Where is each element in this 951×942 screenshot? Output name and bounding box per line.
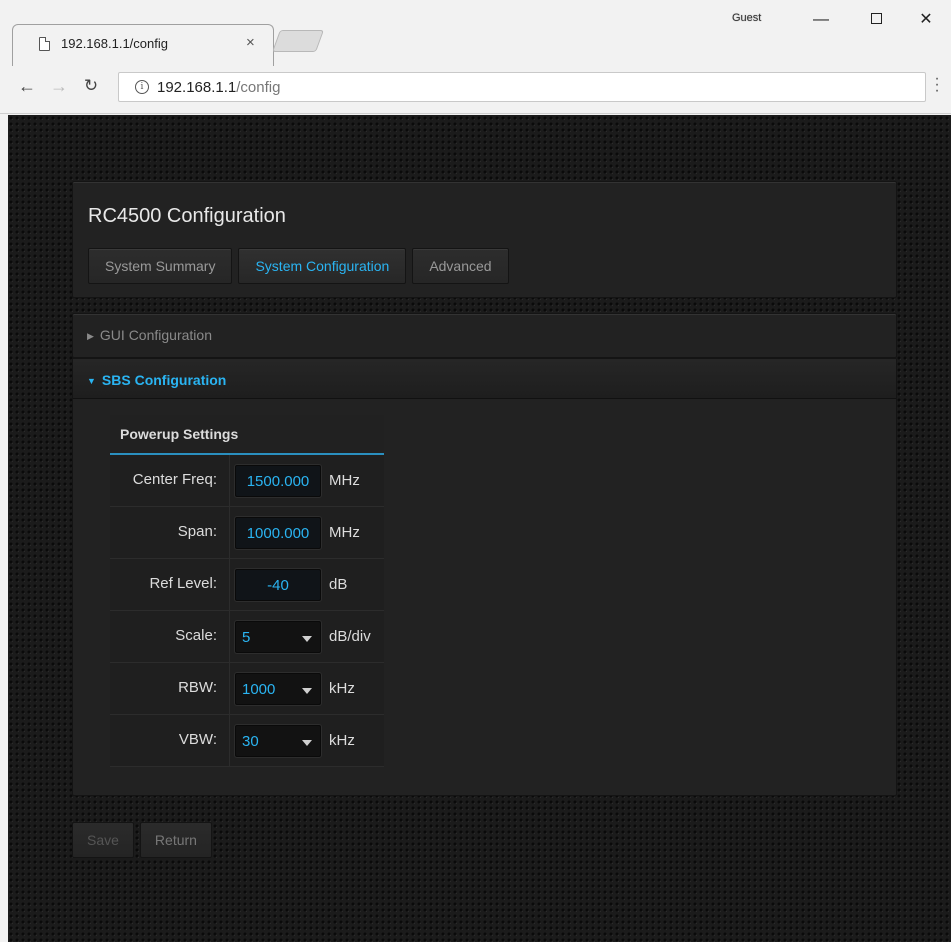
setting-label: RBW: xyxy=(110,663,230,714)
caret-right-icon: ▶ xyxy=(87,331,94,341)
return-button[interactable]: Return xyxy=(139,822,212,858)
url-text: 192.168.1.1/config xyxy=(157,79,280,96)
tab-close-icon[interactable]: × xyxy=(246,34,255,51)
setting-unit: kHz xyxy=(329,732,355,749)
powerup-settings-heading: Powerup Settings xyxy=(110,415,384,455)
setting-field: 5 dB/div xyxy=(230,611,384,662)
setting-label: Span: xyxy=(110,507,230,558)
setting-unit: dB/div xyxy=(329,628,371,645)
rbw-select[interactable]: 1000 xyxy=(235,672,321,705)
setting-unit: dB xyxy=(329,576,348,593)
chevron-down-icon xyxy=(302,739,312,746)
minimize-icon[interactable]: — xyxy=(801,6,841,34)
forward-arrow-icon[interactable]: → xyxy=(48,76,70,97)
setting-row-vbw: VBW: 30 kHz xyxy=(110,715,384,767)
setting-label: VBW: xyxy=(110,715,230,766)
setting-field: 1000 kHz xyxy=(230,663,384,714)
sbs-configuration-label: SBS Configuration xyxy=(101,372,227,388)
setting-row-rbw: RBW: 1000 kHz xyxy=(110,663,384,715)
setting-label: Ref Level: xyxy=(110,559,230,610)
page-title: RC4500 Configuration xyxy=(88,205,286,227)
new-tab-button[interactable] xyxy=(271,30,325,52)
setting-field: 1000.000 MHz xyxy=(230,507,384,558)
setting-unit: MHz xyxy=(329,472,360,489)
footer-buttons: Save Return xyxy=(72,822,212,858)
powerup-settings-table: Powerup Settings Center Freq: 1500.000 M… xyxy=(110,415,384,767)
close-window-icon[interactable]: ✕ xyxy=(906,6,946,34)
info-icon[interactable]: i xyxy=(135,80,149,94)
sbs-configuration-section: ▼ SBS Configuration Powerup Settings Cent… xyxy=(72,358,897,796)
tab-system-configuration[interactable]: System Configuration xyxy=(238,248,407,284)
browser-titlebar: 192.168.1.1/config × Guest — ✕ xyxy=(0,0,951,66)
setting-field: -40 dB xyxy=(230,559,384,610)
vbw-select[interactable]: 30 xyxy=(235,724,321,757)
url-path: /config xyxy=(236,79,281,96)
setting-row-center-freq: Center Freq: 1500.000 MHz xyxy=(110,455,384,507)
config-tabs: System Summary System Configuration Adva… xyxy=(88,248,509,284)
chevron-down-icon xyxy=(302,687,312,694)
tab-title: 192.168.1.1/config xyxy=(61,36,168,51)
setting-field: 1500.000 MHz xyxy=(230,455,384,506)
setting-row-scale: Scale: 5 dB/div xyxy=(110,611,384,663)
setting-label: Scale: xyxy=(110,611,230,662)
save-button[interactable]: Save xyxy=(72,822,134,858)
menu-dots-icon[interactable]: · · · xyxy=(932,71,942,99)
tab-system-summary[interactable]: System Summary xyxy=(88,248,233,284)
address-bar-row: ← → ↻ i 192.168.1.1/config · · · xyxy=(0,66,951,114)
chevron-down-icon xyxy=(302,635,312,642)
tab-advanced[interactable]: Advanced xyxy=(412,248,509,284)
url-host: 192.168.1.1 xyxy=(157,79,237,96)
sbs-configuration-title[interactable]: ▼ SBS Configuration xyxy=(87,372,226,388)
setting-field: 30 kHz xyxy=(230,715,384,766)
setting-unit: MHz xyxy=(329,524,360,541)
config-header-panel: RC4500 Configuration System Summary Syst… xyxy=(72,181,897,298)
setting-row-span: Span: 1000.000 MHz xyxy=(110,507,384,559)
document-icon xyxy=(39,37,50,51)
ref-level-input[interactable]: -40 xyxy=(235,568,321,601)
gui-configuration-section[interactable]: ▶ GUI Configuration xyxy=(72,313,897,358)
sbs-configuration-header[interactable]: ▼ SBS Configuration xyxy=(73,359,896,399)
page-viewport: RC4500 Configuration System Summary Syst… xyxy=(8,115,951,942)
caret-down-icon: ▼ xyxy=(87,376,96,386)
rbw-select-value: 1000 xyxy=(242,680,276,698)
maximize-icon[interactable] xyxy=(856,6,896,34)
back-arrow-icon[interactable]: ← xyxy=(16,76,38,97)
setting-label: Center Freq: xyxy=(110,455,230,506)
vbw-select-value: 30 xyxy=(242,732,259,750)
browser-tab[interactable]: 192.168.1.1/config × xyxy=(12,24,274,66)
setting-unit: kHz xyxy=(329,680,355,697)
setting-row-ref-level: Ref Level: -40 dB xyxy=(110,559,384,611)
gui-configuration-label: GUI Configuration xyxy=(99,327,212,343)
scale-select-value: 5 xyxy=(242,628,251,646)
gui-configuration-header[interactable]: ▶ GUI Configuration xyxy=(87,327,212,343)
span-input[interactable]: 1000.000 xyxy=(235,516,321,549)
url-input[interactable]: i 192.168.1.1/config xyxy=(118,72,926,102)
scale-select[interactable]: 5 xyxy=(235,620,321,653)
reload-icon[interactable]: ↻ xyxy=(80,76,102,96)
profile-label[interactable]: Guest xyxy=(732,12,761,24)
center-freq-input[interactable]: 1500.000 xyxy=(235,464,321,497)
